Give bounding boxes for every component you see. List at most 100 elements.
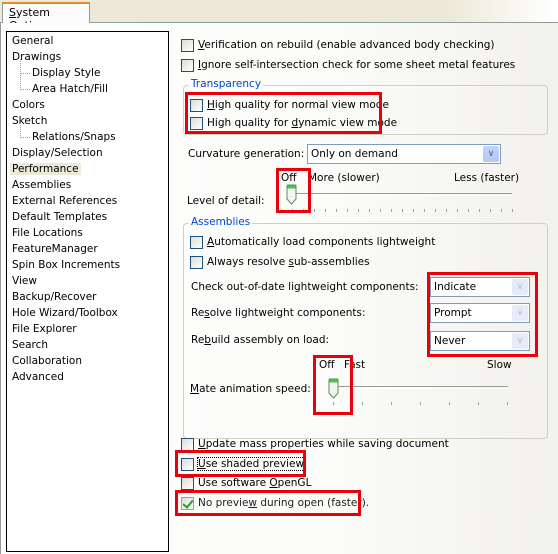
- sidebar-item-label: Display/Selection: [12, 147, 103, 159]
- update-mass-checkbox[interactable]: [181, 437, 194, 451]
- slider-tick: [336, 209, 337, 212]
- sidebar-item[interactable]: Display Style: [7, 59, 168, 81]
- slider-tick: [449, 402, 450, 405]
- verification-option[interactable]: Verification on rebuild (enable advanced…: [181, 37, 495, 53]
- highlight-lod: [276, 168, 311, 213]
- sidebar-item[interactable]: Spin Box Increments: [7, 257, 168, 273]
- sidebar-item-label: Default Templates: [12, 211, 108, 223]
- slider-tick: [446, 209, 447, 212]
- always-resolve-option[interactable]: Always resolve sub-assemblies: [190, 254, 370, 270]
- lod-more-label: More (slower): [308, 172, 380, 184]
- slider-tick: [413, 209, 414, 212]
- sidebar-item[interactable]: File Locations: [7, 225, 168, 241]
- lod-label: Level of detail:: [187, 195, 265, 207]
- sidebar-item[interactable]: Drawings: [7, 49, 168, 65]
- auto-lightweight-checkbox[interactable]: [190, 235, 203, 249]
- ignore-self-intersection-checkbox[interactable]: [181, 58, 194, 72]
- sidebar-item[interactable]: Search: [7, 337, 168, 353]
- slider-tick: [490, 209, 491, 212]
- mate-slider-track[interactable]: [331, 386, 508, 389]
- sidebar-item[interactable]: Assemblies: [7, 177, 168, 193]
- slider-tick: [325, 209, 326, 212]
- sidebar-item[interactable]: General: [7, 33, 168, 49]
- slider-tick: [512, 209, 513, 212]
- software-opengl-option[interactable]: Use software OpenGL: [181, 475, 311, 491]
- sidebar-item[interactable]: Performance: [7, 161, 168, 177]
- lod-ticks: [292, 209, 513, 213]
- slider-tick: [402, 209, 403, 212]
- sidebar-item[interactable]: Hole Wizard/Toolbox: [7, 305, 168, 321]
- sidebar-item-label: Spin Box Increments: [12, 259, 121, 271]
- lod-less-label: Less (faster): [454, 172, 520, 184]
- tab-strip: System Options: [0, 0, 558, 32]
- sidebar-item-label: Collaboration: [12, 355, 82, 367]
- software-opengl-label: Use software OpenGL: [198, 477, 312, 489]
- slider-tick: [347, 209, 348, 212]
- curvature-label: Curvature generation:: [188, 148, 305, 160]
- sidebar-item-label: Display Style: [32, 67, 101, 79]
- slider-tick: [420, 402, 421, 405]
- always-resolve-label: Always resolve sub-assemblies: [207, 256, 370, 268]
- sidebar-item[interactable]: Collaboration: [7, 353, 168, 369]
- sidebar-item-label: FeatureManager: [12, 243, 98, 255]
- sidebar-item[interactable]: Advanced: [7, 369, 168, 385]
- ignore-self-intersection-label: Ignore self-intersection check for some …: [198, 59, 516, 71]
- mate-ticks: [333, 402, 508, 406]
- highlight-mate-animation: [313, 355, 353, 415]
- sidebar-item[interactable]: File Explorer: [7, 321, 168, 337]
- sidebar-item-label: View: [12, 275, 37, 287]
- options-panel: General Drawings Display Style Area Hatch/F…: [0, 23, 558, 554]
- slider-tick: [424, 209, 425, 212]
- update-mass-label: Update mass properties while saving docu…: [198, 438, 449, 450]
- sidebar-item[interactable]: Display/Selection: [7, 145, 168, 161]
- sidebar-item[interactable]: External References: [7, 193, 168, 209]
- mate-slow-label: Slow: [487, 359, 512, 371]
- options-tree[interactable]: General Drawings Display Style Area Hatch/F…: [6, 31, 169, 552]
- slider-tick: [369, 209, 370, 212]
- sidebar-item-label: Performance: [10, 163, 81, 175]
- sidebar-item-label: External References: [12, 195, 118, 207]
- slider-tick: [391, 209, 392, 212]
- sidebar-item-label: Area Hatch/Fill: [32, 83, 108, 95]
- auto-lightweight-label: Automatically load components lightweigh…: [207, 236, 436, 248]
- check-out-of-date-label: Check out-of-date lightweight components…: [191, 281, 419, 293]
- slider-tick: [358, 209, 359, 212]
- lod-slider-track[interactable]: [289, 193, 512, 196]
- slider-tick: [362, 402, 363, 405]
- slider-tick: [478, 402, 479, 405]
- chevron-down-icon[interactable]: ∨: [483, 146, 499, 162]
- sidebar-item[interactable]: Backup/Recover: [7, 289, 168, 305]
- sidebar-item-label: Colors: [12, 99, 45, 111]
- highlight-assembly-dropdowns: [427, 272, 538, 357]
- tab-system-options[interactable]: System Options: [2, 2, 90, 32]
- slider-tick: [435, 209, 436, 212]
- verification-checkbox[interactable]: [181, 38, 194, 52]
- sidebar-item[interactable]: Default Templates: [7, 209, 168, 225]
- resolve-lightweight-label: Resolve lightweight components:: [191, 307, 366, 319]
- slider-tick: [507, 402, 508, 405]
- sidebar-item-label: General: [12, 35, 54, 47]
- sidebar-item[interactable]: Sketch: [7, 113, 168, 129]
- sidebar-item[interactable]: Colors: [7, 97, 168, 113]
- highlight-shaded-preview: [175, 450, 306, 477]
- curvature-value: Only on demand: [311, 148, 398, 160]
- sidebar-item[interactable]: View: [7, 273, 168, 289]
- sidebar-item-label: Backup/Recover: [12, 291, 97, 303]
- sidebar-item-label: File Locations: [12, 227, 83, 239]
- sidebar-item-label: Hole Wizard/Toolbox: [12, 307, 118, 319]
- auto-lightweight-option[interactable]: Automatically load components lightweigh…: [190, 234, 435, 250]
- software-opengl-checkbox[interactable]: [181, 476, 194, 490]
- sidebar-item[interactable]: Relations/Snaps: [7, 123, 168, 145]
- curvature-select[interactable]: Only on demand ∨: [307, 144, 501, 164]
- sidebar-item-label: File Explorer: [12, 323, 77, 335]
- always-resolve-checkbox[interactable]: [190, 255, 203, 269]
- sidebar-item[interactable]: FeatureManager: [7, 241, 168, 257]
- sidebar-item-label: Advanced: [12, 371, 64, 383]
- sidebar-item[interactable]: Area Hatch/Fill: [7, 75, 168, 97]
- ignore-self-intersection-option[interactable]: Ignore self-intersection check for some …: [181, 57, 515, 73]
- verification-label: Verification on rebuild (enable advanced…: [198, 39, 495, 51]
- slider-tick: [479, 209, 480, 212]
- slider-tick: [468, 209, 469, 212]
- tab-mnemonic: S: [9, 6, 16, 19]
- sidebar-item-label: Assemblies: [12, 179, 72, 191]
